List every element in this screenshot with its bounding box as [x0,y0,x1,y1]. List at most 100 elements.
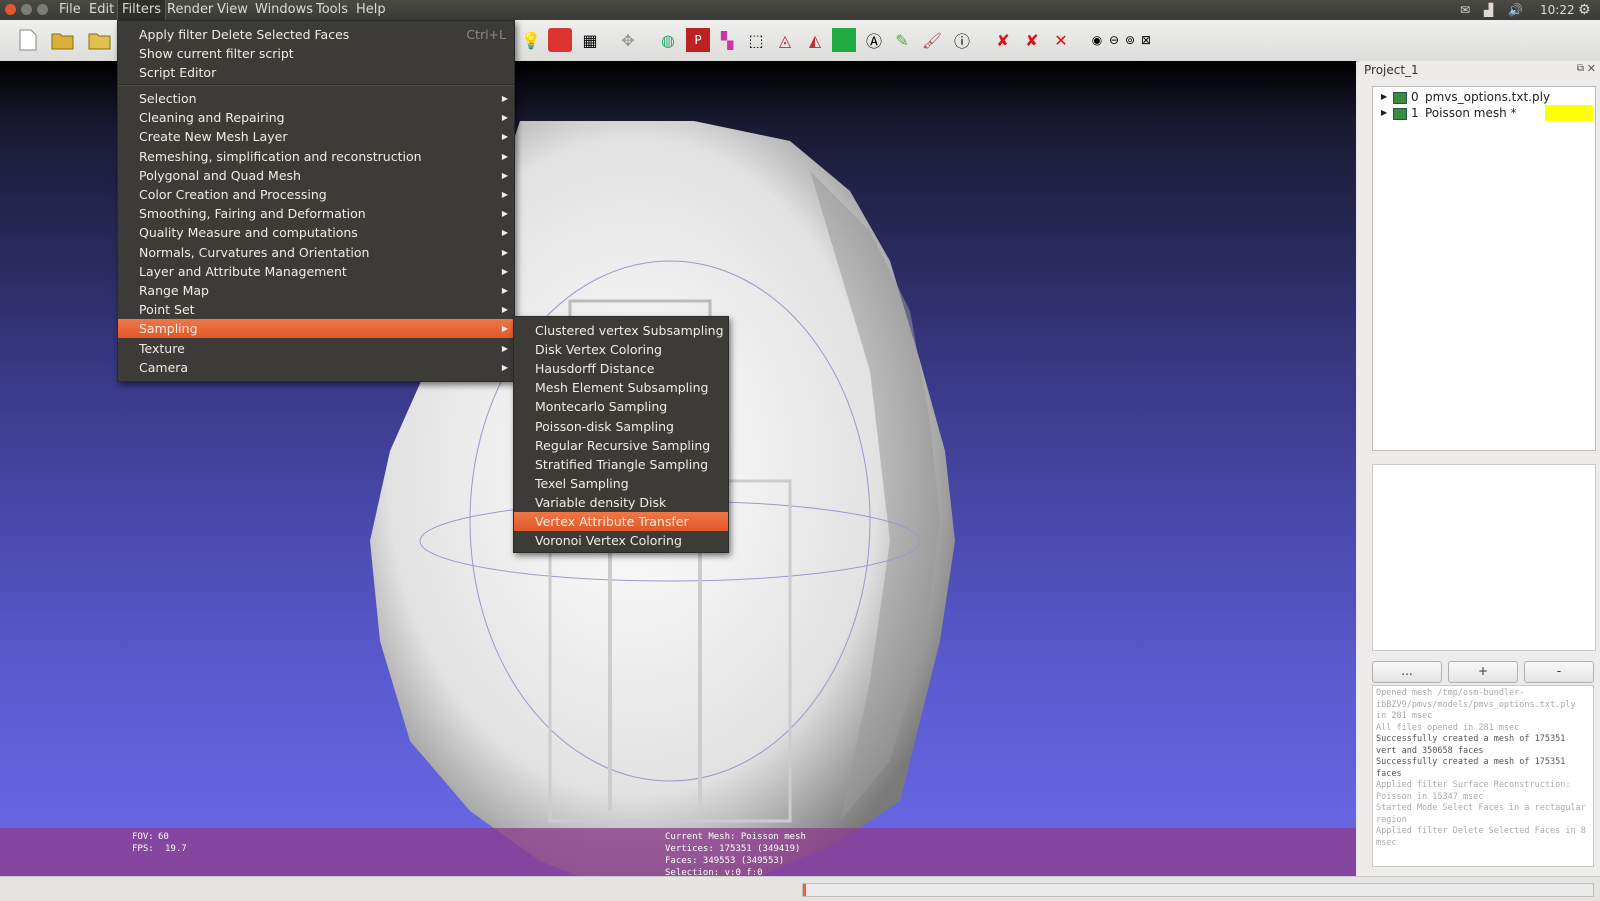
menu-edit[interactable]: Edit [85,0,118,20]
menu-item-camera[interactable]: Camera ▶ [118,358,514,377]
info-icon[interactable]: ⓘ [950,28,974,52]
delete-selected-icon[interactable]: ✘ [991,28,1015,52]
menu-item-polygonal-and-quad-mesh[interactable]: Polygonal and Quad Mesh ▶ [118,166,514,185]
layer-properties [1372,464,1596,651]
layer-index: 0 [1411,90,1419,104]
submenu-item-clustered-vertex-subsampling[interactable]: Clustered vertex Subsampling [514,321,728,340]
menu-item-smoothing-fairing-and-deformation[interactable]: Smoothing, Fairing and Deformation ▶ [118,204,514,223]
menu-windows[interactable]: Windows [251,0,317,20]
menu-item-point-set[interactable]: Point Set ▶ [118,300,514,319]
submenu-item-disk-vertex-coloring[interactable]: Disk Vertex Coloring [514,340,728,359]
menu-item-layer-and-attribute-management[interactable]: Layer and Attribute Management ▶ [118,262,514,281]
current-mesh-label: Current Mesh: Poisson mesh [665,832,806,842]
menu-item-label: Texture [139,340,185,356]
submenu-item-poisson-disk-sampling[interactable]: Poisson-disk Sampling [514,417,728,436]
menu-item-sampling[interactable]: Sampling ▶ [118,319,514,339]
menu-item-show-filter-script[interactable]: Show current filter script [118,44,514,63]
expand-arrow-icon[interactable]: ▶ [1381,89,1387,105]
globe-icon[interactable]: ◍ [656,28,680,52]
layer-row[interactable]: ▶ 1 Poisson mesh * [1373,105,1595,121]
color-mode-icon[interactable] [548,28,572,52]
menu-item-quality-measure-and-computations[interactable]: Quality Measure and computations ▶ [118,223,514,242]
menu-help[interactable]: Help [352,0,390,20]
menu-filters[interactable]: Filters [117,0,166,20]
sampling-submenu: Clustered vertex Subsampling Disk Vertex … [513,316,729,553]
menu-item-script-editor[interactable]: Script Editor [118,63,514,82]
image-icon[interactable] [832,28,856,52]
menu-tools[interactable]: Tools [312,0,352,20]
new-project-icon[interactable] [16,28,40,52]
brush-icon[interactable]: ✎ [890,28,914,52]
menu-item-label: Create New Mesh Layer [139,129,288,145]
close-window-icon[interactable] [5,4,16,15]
menu-item-remeshing-simplification-and-reconstruction[interactable]: Remeshing, simplification and reconstruc… [118,147,514,166]
submenu-item-variable-density-disk-sampling[interactable]: Variable density Disk Sampling [514,493,728,529]
menu-item-range-map[interactable]: Range Map ▶ [118,281,514,300]
select-region-icon[interactable]: ⬚ [744,28,768,52]
menu-item-texture[interactable]: Texture ▶ [118,339,514,358]
menu-item-color-creation-and-processing[interactable]: Color Creation and Processing ▶ [118,185,514,204]
submenu-item-montecarlo-sampling[interactable]: Montecarlo Sampling [514,397,728,416]
menu-file[interactable]: File [55,0,85,20]
selection-count: Selection: v:0 f:0 [665,868,763,876]
submenu-arrow-icon: ▶ [501,190,508,199]
submenu-item-hausdorff-distance[interactable]: Hausdorff Distance [514,359,728,378]
menu-item-apply-filter[interactable]: Apply filter Delete Selected Faces Ctrl+… [118,25,514,44]
menu-view[interactable]: View [213,0,252,20]
fps-value: 19.7 [165,844,187,854]
maximize-window-icon[interactable] [37,4,48,15]
log-window[interactable]: Opened mesh /tmp/osm-bundler-ibBZV9/pmvs… [1372,685,1594,867]
submenu-item-voronoi-vertex-coloring[interactable]: Voronoi Vertex Coloring [514,531,728,550]
submenu-arrow-icon: ▶ [501,113,508,123]
open-project-icon[interactable] [51,28,75,52]
more-button[interactable]: ... [1372,661,1442,683]
layer-row[interactable]: ▶ 0 pmvs_options.txt.ply [1373,89,1595,105]
paint-brush-icon[interactable]: 🖌 [920,28,944,52]
delete-faces-icon[interactable]: ✕ [1049,28,1073,52]
fov-value: 60 [158,832,169,842]
delete-vertices-icon[interactable]: ✘ [1020,28,1044,52]
layer-index: 1 [1411,106,1419,120]
minimize-window-icon[interactable] [21,4,32,15]
annotate-a-icon[interactable]: Ⓐ [862,28,886,52]
visibility-eye-icon[interactable] [1393,92,1407,104]
menu-item-selection[interactable]: Selection ▶ [118,89,514,108]
select-vertices-icon[interactable]: ◭ [803,28,827,52]
submenu-item-texel-sampling[interactable]: Texel Sampling [514,474,728,493]
menu-item-label: Quality Measure and computations [139,225,358,241]
remove-button[interactable]: - [1524,661,1594,683]
menu-item-create-new-mesh-layer[interactable]: Create New Mesh Layer ▶ [118,127,514,146]
color-blocks-icon[interactable]: ▚ [715,28,739,52]
settings-gear-icon[interactable]: ⚙ [1578,0,1591,20]
submenu-item-regular-recursive-sampling[interactable]: Regular Recursive Sampling [514,436,728,455]
log-line: Started Mode Select Faces in a rectagula… [1376,803,1586,825]
import-mesh-icon[interactable] [88,28,112,52]
submenu-arrow-icon: ▶ [501,132,508,142]
expand-arrow-icon[interactable]: ▶ [1381,105,1387,121]
light-bulb-icon[interactable]: 💡 [519,28,543,52]
volume-icon[interactable]: 🔊 [1508,0,1523,20]
progress-fill [803,884,806,896]
texture-mode-icon[interactable]: ▦ [578,28,602,52]
paint-p-icon[interactable]: P [686,28,710,52]
manipulator-icon[interactable]: ✥ [616,28,640,52]
close-panel-icon[interactable]: ✕ [1587,62,1596,75]
undock-icon[interactable]: ⧉ [1577,63,1584,74]
faces-count: Faces: 349553 (349553) [665,856,785,866]
menu-item-label: Apply filter Delete Selected Faces [139,27,350,42]
menu-render[interactable]: Render [163,0,217,20]
select-faces-icon[interactable]: ◬ [773,28,797,52]
submenu-item-mesh-element-subsampling[interactable]: Mesh Element Subsampling [514,378,728,397]
submenu-item-stratified-triangle-sampling[interactable]: Stratified Triangle Sampling [514,455,728,474]
mail-icon[interactable]: ✉ [1460,0,1470,20]
menu-separator [118,84,514,86]
visibility-eye-icon[interactable] [1393,108,1407,120]
menu-item-normals-curvatures-and-orientation[interactable]: Normals, Curvatures and Orientation ▶ [118,243,514,262]
menu-item-cleaning-and-repairing[interactable]: Cleaning and Repairing ▶ [118,108,514,127]
info-overlay: FOV: 60 FPS: 19.7 Current Mesh: Poisson … [0,828,1356,876]
invert-selection-icon[interactable]: ⊠ [1134,28,1158,52]
network-icon[interactable]: ▟ [1484,0,1493,20]
submenu-item-vertex-attribute-transfer[interactable]: Vertex Attribute Transfer [514,512,728,531]
clock[interactable]: 10:22 [1540,0,1575,20]
add-button[interactable]: + [1448,661,1518,683]
